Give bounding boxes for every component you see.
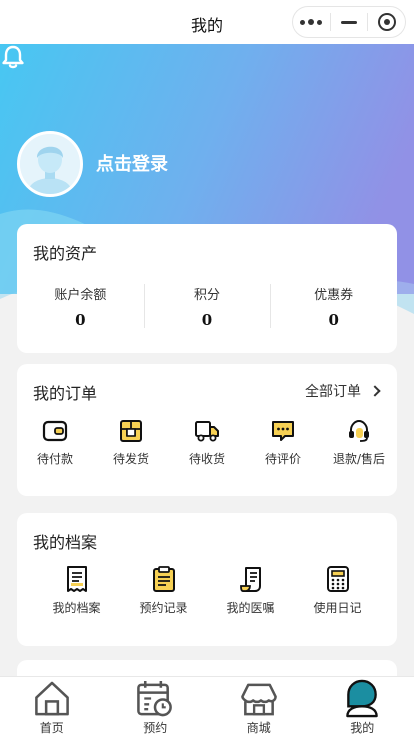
- record-appointments[interactable]: 预约记录: [120, 565, 207, 616]
- tab-label: 预约: [143, 721, 168, 735]
- order-label: 待评价: [264, 452, 301, 466]
- package-icon: [120, 420, 142, 442]
- order-pending-review[interactable]: 待评价: [245, 418, 321, 467]
- minimize-button[interactable]: [331, 7, 368, 37]
- more-button[interactable]: [293, 7, 330, 37]
- avatar[interactable]: [17, 131, 83, 197]
- calendar-icon: [137, 680, 173, 717]
- truck-icon: [195, 421, 219, 442]
- records-card: 我的档案 我的档案 预约记录 我的医嘱 使用日记: [17, 513, 397, 646]
- file-icon: [66, 566, 87, 592]
- tab-mall[interactable]: 商城: [207, 677, 311, 736]
- order-label: 待发货: [112, 452, 149, 466]
- order-label: 退款/售后: [332, 452, 386, 466]
- order-pending-receipt[interactable]: 待收货: [169, 418, 245, 467]
- tab-appointment[interactable]: 预约: [104, 677, 208, 736]
- tab-label: 首页: [39, 721, 64, 735]
- scroll-icon: [239, 567, 261, 592]
- user-icon: [346, 679, 379, 718]
- asset-value: 0: [328, 311, 339, 329]
- tab-home[interactable]: 首页: [0, 677, 104, 736]
- minus-icon: [341, 20, 357, 24]
- record-label: 使用日记: [313, 601, 362, 615]
- record-label: 预约记录: [139, 601, 188, 615]
- order-label: 待收货: [188, 452, 225, 466]
- record-files[interactable]: 我的档案: [33, 565, 120, 616]
- clipboard-icon: [152, 566, 175, 592]
- asset-label: 账户余额: [54, 288, 107, 303]
- asset-points[interactable]: 积分 0: [143, 284, 271, 330]
- target-icon: [377, 13, 396, 31]
- record-usage-diary[interactable]: 使用日记: [294, 565, 381, 616]
- home-icon: [34, 681, 69, 716]
- bell-icon[interactable]: [0, 44, 26, 70]
- calculator-icon: [326, 566, 349, 592]
- asset-label: 积分: [194, 288, 221, 303]
- record-label: 我的档案: [52, 601, 101, 615]
- all-orders-label: 全部订单: [305, 384, 361, 400]
- records-title: 我的档案: [33, 533, 98, 552]
- tab-bar: 首页 预约 商城 我的: [0, 676, 414, 736]
- login-link[interactable]: 点击登录: [96, 150, 168, 176]
- orders-title: 我的订单: [33, 384, 98, 403]
- all-orders-link[interactable]: 全部订单: [305, 381, 381, 401]
- record-doctor-advice[interactable]: 我的医嘱: [207, 565, 294, 616]
- order-label: 待付款: [36, 452, 73, 466]
- tab-label: 商城: [246, 721, 271, 735]
- mini-program-capsule: [292, 6, 406, 38]
- nav-bar: 我的: [0, 0, 414, 44]
- asset-label: 优惠券: [314, 288, 354, 303]
- order-pending-payment[interactable]: 待付款: [17, 418, 93, 467]
- chevron-right-icon: [369, 385, 381, 397]
- comment-icon: [272, 421, 294, 441]
- asset-coupons[interactable]: 优惠券 0: [270, 284, 397, 330]
- orders-card: 我的订单 全部订单 待付款 待发货 待收货 待评价 退款/售后: [17, 364, 397, 496]
- order-pending-shipment[interactable]: 待发货: [93, 418, 169, 467]
- close-button[interactable]: [368, 7, 405, 37]
- order-refund-aftersale[interactable]: 退款/售后: [321, 418, 397, 467]
- default-avatar-icon: [20, 134, 80, 194]
- record-label: 我的医嘱: [226, 601, 275, 615]
- tab-mine[interactable]: 我的: [311, 677, 414, 736]
- shop-icon: [240, 683, 277, 716]
- assets-title: 我的资产: [33, 244, 98, 263]
- asset-balance[interactable]: 账户余额 0: [17, 284, 144, 330]
- asset-value: 0: [201, 311, 213, 329]
- tab-label: 我的: [350, 721, 375, 735]
- wallet-icon: [42, 420, 68, 442]
- headset-icon: [349, 419, 369, 442]
- asset-value: 0: [75, 311, 86, 329]
- more-dots-icon: [300, 19, 323, 25]
- assets-card: 我的资产 账户余额 0 积分 0 优惠券 0: [17, 224, 397, 353]
